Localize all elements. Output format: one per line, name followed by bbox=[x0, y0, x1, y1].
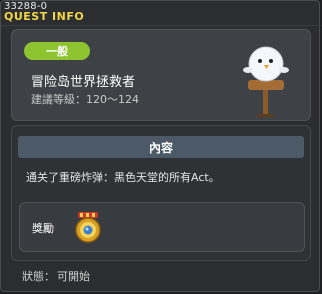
quest-status: 狀態： 可開始 bbox=[22, 268, 92, 284]
reward-box: 獎勵 bbox=[19, 202, 305, 252]
quest-name: 冒险岛世界拯救者 bbox=[31, 75, 136, 90]
status-value: 可開始 bbox=[57, 270, 90, 283]
quest-info-window: 33288-0 QUEST INFO 一般 冒险岛世界拯救者 建議等級：120～… bbox=[0, 0, 321, 292]
medal-icon[interactable] bbox=[71, 209, 105, 245]
reward-label: 獎勵 bbox=[32, 222, 54, 235]
quest-description: 通关了重磅炸弹：黑色天堂的所有Act。 bbox=[26, 171, 220, 184]
status-label: 狀態： bbox=[22, 270, 55, 283]
quest-content-panel: 內容 通关了重磅炸弹：黑色天堂的所有Act。 獎勵 bbox=[11, 125, 311, 261]
npc-snowman-sign-icon bbox=[243, 46, 289, 117]
content-section-header: 內容 bbox=[18, 136, 304, 158]
window-title: QUEST INFO bbox=[4, 10, 85, 23]
level-requirement: 建議等級：120～124 bbox=[31, 93, 139, 106]
quest-header-panel: 一般 冒险岛世界拯救者 建議等級：120～124 bbox=[11, 29, 311, 121]
category-badge: 一般 bbox=[24, 42, 90, 60]
title-divider bbox=[1, 25, 321, 26]
